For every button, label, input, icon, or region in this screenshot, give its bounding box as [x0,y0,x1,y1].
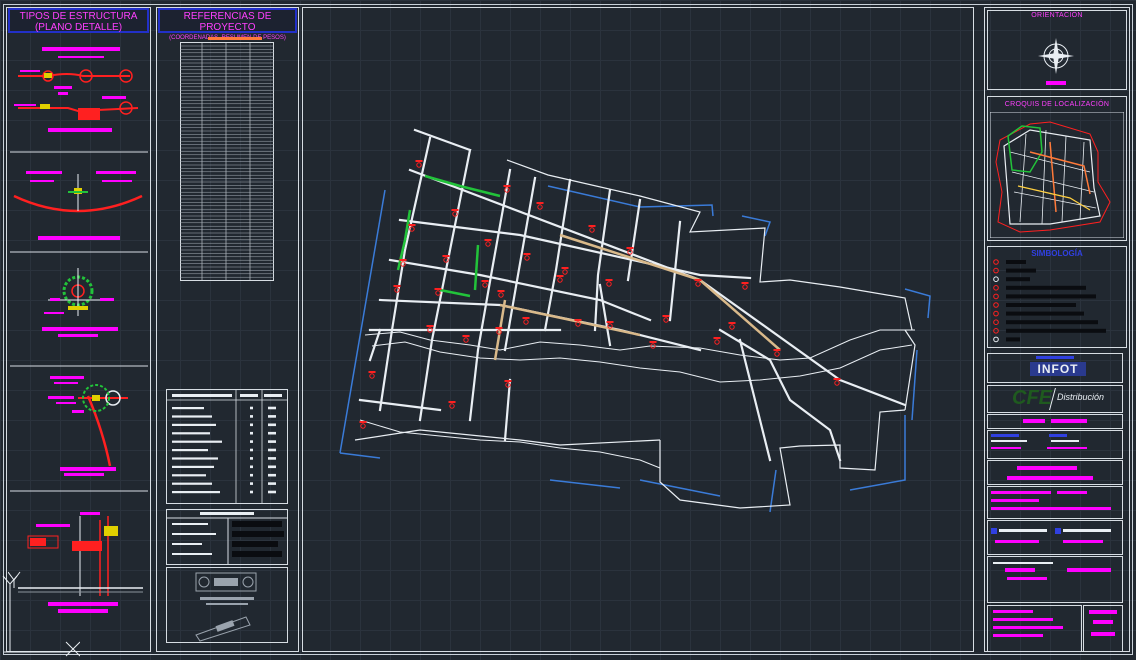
project-references-heading: REFERENCIAS DE PROYECTO [183,11,272,33]
structure-detail-2 [13,171,143,240]
route-green [396,174,501,298]
cfe-distribution-label: Distribución [1057,392,1105,402]
north-arrow-icon [1038,38,1074,74]
orientation-title: ORIENTACIÓN [1031,12,1083,19]
structure-detail-1 [14,47,139,132]
ucs-axis-icon [2,575,80,657]
title-block-rows [987,414,1123,652]
location-sketch-title: CROQUIS DE LOCALIZACIÓN [1004,101,1110,108]
structure-types-title-line1: TIPOS DE ESTRUCTURA [19,11,138,22]
coordinates-table [180,42,274,281]
project-references-title: REFERENCIAS DE PROYECTO (COORDENADAS, RE… [158,8,297,41]
orientation-label-bar [1046,81,1066,85]
legend-small-rows [166,512,288,565]
cfe-logo: CFE [1012,387,1052,409]
weights-summary-rows [166,389,288,504]
location-sketch-map [990,112,1124,238]
structure-types-title: TIPOS DE ESTRUCTURA (PLANO DETALLE) [8,8,149,33]
infot-logo-topbar [1036,356,1074,359]
structure-markers [359,160,841,429]
symbology-title: SIMBOLOGÍA [1031,249,1083,258]
ravine-lines [359,329,915,469]
structure-detail-drawings [8,47,148,613]
structure-types-title-line2: (PLANO DETALLE) [34,22,123,33]
references-orange-mark [208,37,262,40]
infot-logo: INFOT [1030,362,1086,376]
structure-detail-4 [48,376,128,476]
references-stamp [195,572,257,642]
project-site-map[interactable] [302,7,974,652]
structure-detail-3 [42,268,118,337]
symbology-list [993,259,1106,343]
